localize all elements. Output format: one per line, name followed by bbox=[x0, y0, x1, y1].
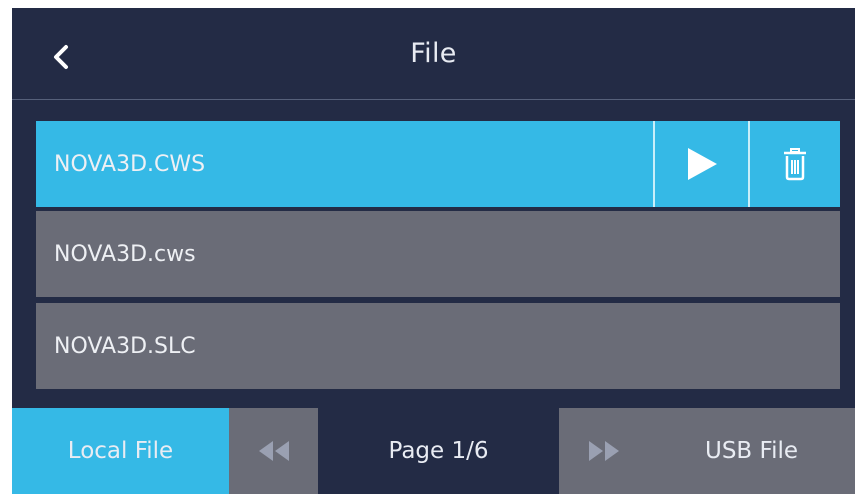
play-icon bbox=[687, 148, 717, 180]
play-button[interactable] bbox=[653, 121, 748, 207]
page-label: Page 1/6 bbox=[388, 438, 489, 464]
next-page-button[interactable] bbox=[559, 408, 648, 494]
header-divider bbox=[12, 99, 855, 100]
file-name: NOVA3D.cws bbox=[54, 241, 196, 267]
trash-icon bbox=[784, 148, 806, 181]
usb-file-label: USB File bbox=[704, 438, 798, 464]
header: File bbox=[12, 8, 855, 100]
file-name: NOVA3D.SLC bbox=[54, 333, 196, 359]
file-row[interactable]: NOVA3D.SLC bbox=[36, 303, 840, 389]
delete-button[interactable] bbox=[748, 121, 840, 207]
local-file-button[interactable]: Local File bbox=[12, 408, 229, 494]
page-title: File bbox=[410, 38, 457, 69]
local-file-label: Local File bbox=[67, 438, 174, 464]
file-screen: File NOVA3D.CWS NOVA3D.cws NOVA3D.SLC Lo… bbox=[12, 8, 855, 494]
page-indicator: Page 1/6 bbox=[318, 408, 559, 494]
file-row[interactable]: NOVA3D.cws bbox=[36, 211, 840, 297]
footer-bar: Local File Page 1/6 USB File bbox=[12, 408, 855, 494]
fast-forward-icon bbox=[588, 441, 619, 461]
rewind-icon bbox=[258, 441, 289, 461]
file-row-selected[interactable]: NOVA3D.CWS bbox=[36, 121, 840, 207]
usb-file-button[interactable]: USB File bbox=[648, 408, 855, 494]
previous-page-button[interactable] bbox=[229, 408, 318, 494]
